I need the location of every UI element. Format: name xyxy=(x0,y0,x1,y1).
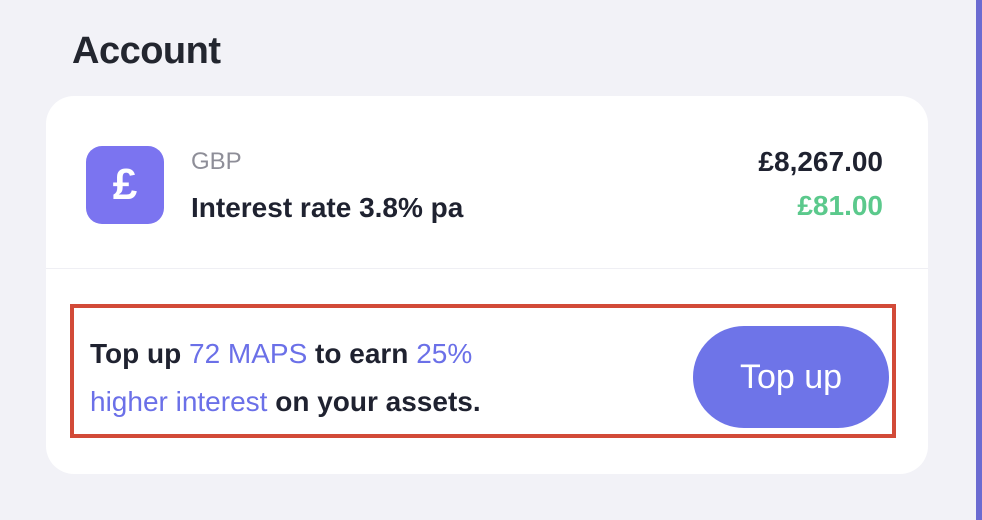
promo-text-part: to earn xyxy=(307,338,417,369)
promo-highlight-amount: 72 MAPS xyxy=(189,338,308,369)
promo-highlight-interest: higher interest xyxy=(90,386,268,417)
interest-rate-label: Interest rate 3.8% pa xyxy=(191,192,464,223)
pound-sign-icon: £ xyxy=(86,146,164,224)
promo-highlight-percent: 25% xyxy=(416,338,473,369)
promo-text-part: on your assets. xyxy=(267,386,481,417)
divider xyxy=(46,268,928,269)
section-title: Account xyxy=(72,30,221,72)
account-balance: £8,267.00 xyxy=(758,146,883,177)
top-up-button[interactable]: Top up xyxy=(693,326,889,428)
currency-symbol: £ xyxy=(112,160,138,209)
top-up-promo: Top up 72 MAPS to earn 25% higher interes… xyxy=(70,304,896,438)
right-edge-rail xyxy=(976,0,982,520)
promo-text-part: Top up xyxy=(90,338,189,369)
interest-earned: £81.00 xyxy=(797,190,883,221)
currency-code: GBP xyxy=(191,148,242,175)
promo-text: Top up 72 MAPS to earn 25% higher interes… xyxy=(90,330,610,426)
